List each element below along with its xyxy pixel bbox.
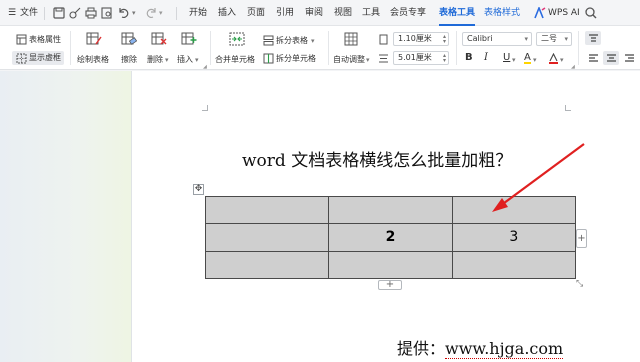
- annotation-arrow-icon: [492, 143, 585, 212]
